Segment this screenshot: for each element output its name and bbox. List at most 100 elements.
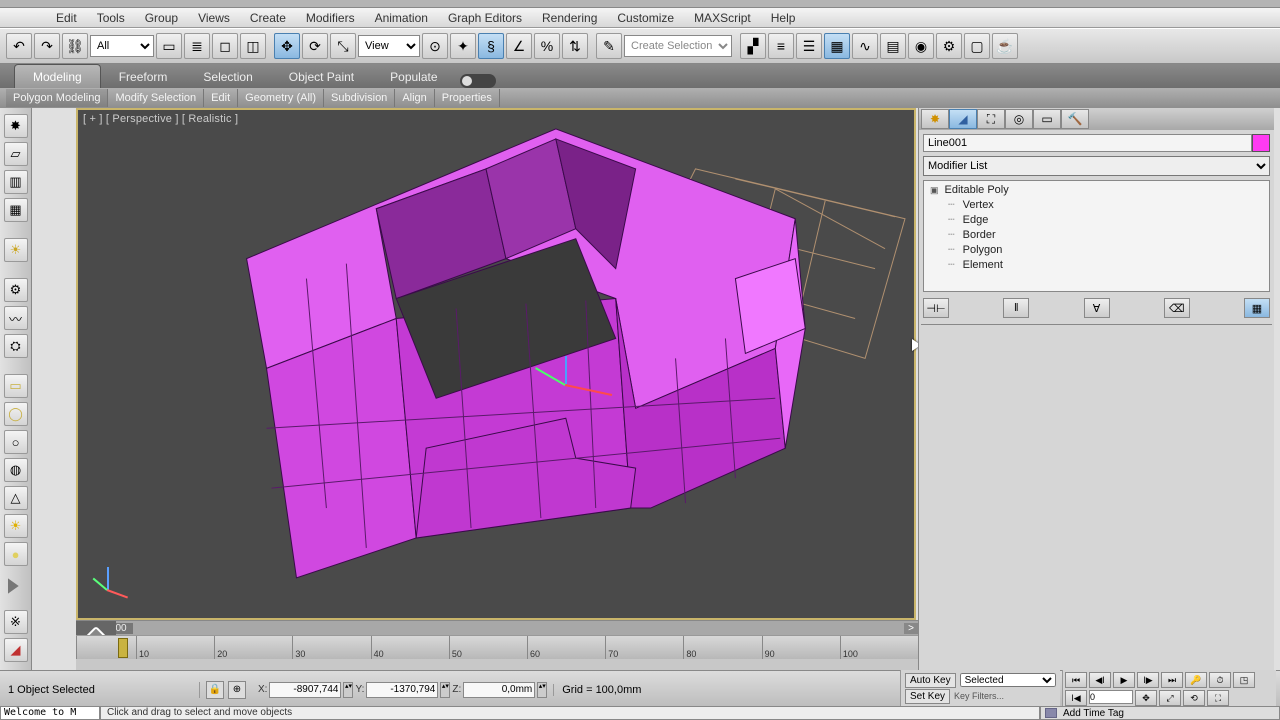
z-coord-field[interactable] [463, 682, 535, 698]
layers-button[interactable]: ☰ [796, 33, 822, 59]
prev-frame-button[interactable]: ◀ǀ [1089, 672, 1111, 688]
named-selection-dropdown[interactable]: Create Selection Se [624, 35, 732, 57]
set-key-button[interactable]: Set Key [905, 689, 950, 704]
object-name-field[interactable] [923, 134, 1252, 152]
tab-freeform[interactable]: Freeform [101, 65, 186, 88]
maxscript-listener[interactable]: Welcome to M [0, 706, 100, 720]
subobj-element[interactable]: Element [926, 257, 1267, 272]
pin-stack-button[interactable]: ⊣⊢ [923, 298, 949, 318]
circle-shape-icon[interactable]: ○ [4, 430, 28, 454]
perspective-viewport[interactable]: [ + ] [ Perspective ] [ Realistic ] [76, 108, 916, 620]
subobj-vertex[interactable]: Vertex [926, 197, 1267, 212]
tab-modeling[interactable]: Modeling [14, 64, 101, 88]
x-coord-field[interactable] [269, 682, 341, 698]
show-end-result-button[interactable]: ǁ [1003, 298, 1029, 318]
subobj-edge[interactable]: Edge [926, 212, 1267, 227]
menu-edit[interactable]: Edit [46, 8, 87, 27]
render-frame-button[interactable]: ▢ [964, 33, 990, 59]
light-icon[interactable]: ☀ [4, 238, 28, 262]
menu-tools[interactable]: Tools [87, 8, 135, 27]
tab-populate[interactable]: Populate [372, 65, 455, 88]
menu-group[interactable]: Group [135, 8, 188, 27]
play-button[interactable]: ▶ [1113, 672, 1135, 688]
subobj-border[interactable]: Border [926, 227, 1267, 242]
current-frame-field[interactable] [1089, 690, 1133, 704]
percent-snap-button[interactable]: % [534, 33, 560, 59]
create-tab-button[interactable]: ✸ [921, 109, 949, 129]
helper-icon[interactable]: ⚙ [4, 278, 28, 302]
undo-button[interactable]: ↶ [6, 33, 32, 59]
graphite-toggle-button[interactable]: ▦ [824, 33, 850, 59]
menu-views[interactable]: Views [188, 8, 240, 27]
selection-lock-icon[interactable]: 🔒 [206, 681, 224, 699]
utilities-tab-button[interactable]: 🔨 [1061, 109, 1089, 129]
viewport-nav1-button[interactable]: ✥ [1135, 690, 1157, 706]
create-tab-icon[interactable]: ✸ [4, 114, 28, 138]
panel-properties[interactable]: Properties [435, 89, 500, 107]
select-object-button[interactable]: ▭ [156, 33, 182, 59]
object-color-swatch[interactable] [1252, 134, 1270, 152]
stack-item-editable-poly[interactable]: Editable Poly [926, 183, 1267, 197]
absolute-mode-icon[interactable]: ⊕ [228, 681, 246, 699]
tab-selection[interactable]: Selection [185, 65, 270, 88]
panel-edit[interactable]: Edit [204, 89, 238, 107]
panel-geometry-all[interactable]: Geometry (All) [238, 89, 324, 107]
align-button[interactable]: ≡ [768, 33, 794, 59]
rect-region-button[interactable]: ◻ [212, 33, 238, 59]
time-ruler[interactable]: 10 20 30 40 50 60 70 80 90 100 [76, 635, 918, 659]
y-spinner[interactable]: ▴▾ [440, 682, 450, 698]
display-tab-button[interactable]: ▭ [1033, 109, 1061, 129]
selection-filter-dropdown[interactable]: All [90, 35, 154, 57]
select-by-name-button[interactable]: ≣ [184, 33, 210, 59]
remove-modifier-button[interactable]: ⌫ [1164, 298, 1190, 318]
y-coord-field[interactable] [366, 682, 438, 698]
menu-create[interactable]: Create [240, 8, 296, 27]
curve-editor-button[interactable]: ∿ [852, 33, 878, 59]
manipulate-button[interactable]: ✦ [450, 33, 476, 59]
trackbar-next-button[interactable]: > [904, 623, 918, 634]
select-and-move-button[interactable]: ✥ [274, 33, 300, 59]
prev-key-button[interactable]: ǀ◀ [1065, 690, 1087, 706]
box-primitive-icon[interactable]: ▥ [4, 170, 28, 194]
time-tag-area[interactable]: Add Time Tag [1040, 706, 1280, 720]
ribbon-minimize-toggle[interactable] [460, 74, 496, 88]
mirror-button[interactable]: ▞ [740, 33, 766, 59]
select-and-scale-button[interactable]: ⤡ [330, 33, 356, 59]
redo-button[interactable]: ↷ [34, 33, 60, 59]
key-mode-button[interactable]: 🔑 [1185, 672, 1207, 688]
spacewarp-icon[interactable]: 〰 [4, 306, 28, 330]
modifier-list-dropdown[interactable]: Modifier List [923, 156, 1270, 176]
select-and-rotate-button[interactable]: ⟳ [302, 33, 328, 59]
time-config-button[interactable]: ⏱ [1209, 672, 1231, 688]
tab-object-paint[interactable]: Object Paint [271, 65, 372, 88]
z-spinner[interactable]: ▴▾ [537, 682, 547, 698]
rect-shape-icon[interactable]: ▭ [4, 374, 28, 398]
configure-sets-button[interactable]: ▦ [1244, 298, 1270, 318]
render-button[interactable]: ☕ [992, 33, 1018, 59]
snap-toggle-button[interactable]: § [478, 33, 504, 59]
flyout-arrow-icon[interactable] [8, 578, 24, 594]
key-filter-dropdown[interactable]: Selected [960, 673, 1056, 687]
menu-help[interactable]: Help [761, 8, 806, 27]
spinner-snap-button[interactable]: ⇅ [562, 33, 588, 59]
viewport-nav4-button[interactable]: ⛶ [1207, 690, 1229, 706]
goto-end-button[interactable]: ⏭ [1161, 672, 1183, 688]
isolate-button[interactable]: ◳ [1233, 672, 1255, 688]
menu-rendering[interactable]: Rendering [532, 8, 607, 27]
key-filters-link[interactable]: Key Filters... [954, 691, 1056, 701]
panel-align[interactable]: Align [395, 89, 434, 107]
edit-named-sel-button[interactable]: ✎ [596, 33, 622, 59]
x-spinner[interactable]: ▴▾ [343, 682, 353, 698]
schematic-view-button[interactable]: ▤ [880, 33, 906, 59]
hierarchy-tab-button[interactable]: ⛶ [977, 109, 1005, 129]
menu-modifiers[interactable]: Modifiers [296, 8, 365, 27]
panel-modify-selection[interactable]: Modify Selection [108, 89, 204, 107]
angle-snap-button[interactable]: ∠ [506, 33, 532, 59]
panel-polygon-modeling[interactable]: Polygon Modeling [6, 89, 108, 107]
motion-tab-button[interactable]: ◎ [1005, 109, 1033, 129]
goto-start-button[interactable]: ⏮ [1065, 672, 1087, 688]
menu-graph-editors[interactable]: Graph Editors [438, 8, 532, 27]
material-editor-button[interactable]: ◉ [908, 33, 934, 59]
subobj-polygon[interactable]: Polygon [926, 242, 1267, 257]
sun-light-icon[interactable]: ☀ [4, 514, 28, 538]
